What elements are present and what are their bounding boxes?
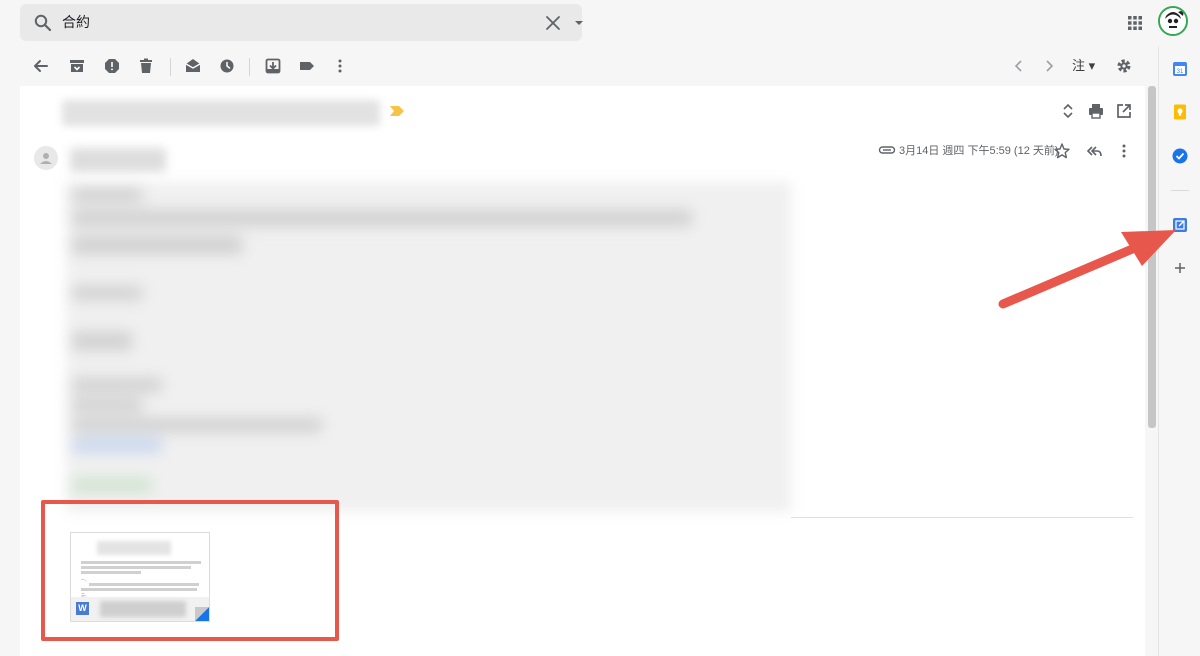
label-icon[interactable] [296,55,318,77]
toolbar-divider [249,58,250,76]
back-icon[interactable] [30,55,52,77]
dropdown-icon[interactable] [569,13,589,33]
search-input[interactable]: 合約 [62,13,90,31]
calendar-label: 31 [1177,69,1184,75]
apps-grid-icon[interactable] [1124,12,1146,34]
toolbar-divider [170,58,171,76]
sidebar-divider [1171,190,1189,191]
tasks-icon[interactable] [1170,146,1190,166]
star-icon[interactable] [1051,140,1073,162]
search-icon[interactable] [32,12,54,34]
avatar[interactable] [1158,6,1188,36]
more-icon[interactable] [329,55,351,77]
close-icon[interactable] [543,13,563,33]
gear-icon[interactable] [1113,55,1135,77]
search-bar[interactable]: 合約 [20,4,583,41]
reply-all-icon[interactable] [1083,140,1105,162]
message-date: 3月14日 週四 下午5:59 (12 天前) [899,145,1059,157]
annotation-arrow-icon [998,230,1176,309]
input-tools-label: 注 [1072,58,1086,73]
keep-icon[interactable] [1170,102,1190,122]
move-to-icon[interactable] [262,55,284,77]
importance-marker-icon[interactable] [390,106,404,116]
delete-icon[interactable] [135,55,157,77]
mark-unread-icon[interactable] [182,55,204,77]
sender-avatar [34,146,58,170]
attachment-icon [878,143,896,157]
annotation-highlight-box [41,500,339,641]
subject-redacted [62,100,380,126]
open-in-new-window-icon[interactable] [1113,100,1135,122]
message-body-redacted [66,182,791,512]
more-icon[interactable] [1113,140,1135,162]
input-tools-button[interactable]: 注 ▾ [1072,57,1095,75]
expand-collapse-icon[interactable] [1057,100,1079,122]
chevron-right-icon[interactable] [1038,55,1060,77]
message-divider [791,517,1133,518]
calendar-icon[interactable]: 31 [1170,59,1190,79]
side-panel: 31 [1158,46,1200,656]
sender-name-redacted [70,148,166,172]
report-spam-icon[interactable] [101,55,123,77]
archive-icon[interactable] [66,55,88,77]
chevron-left-icon[interactable] [1008,55,1030,77]
print-icon[interactable] [1085,100,1107,122]
snooze-icon[interactable] [216,55,238,77]
